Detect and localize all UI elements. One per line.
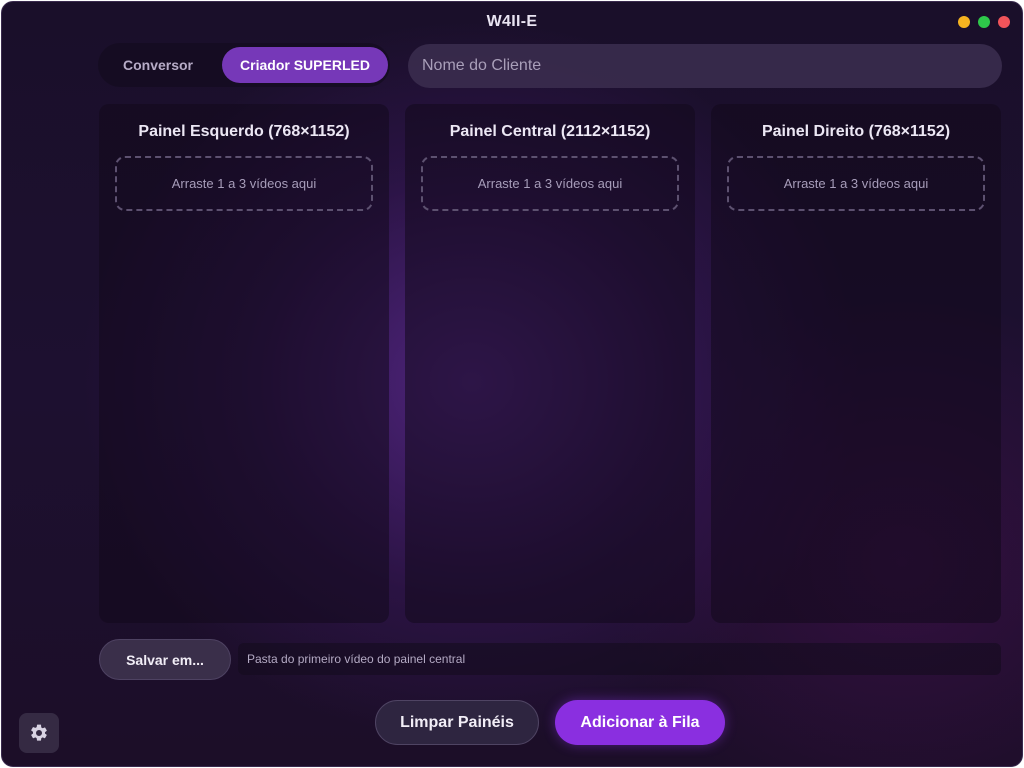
maximize-button[interactable]: [978, 16, 990, 28]
tab-criador-superled[interactable]: Criador SUPERLED: [222, 47, 388, 83]
panel-center-title: Painel Central (2112×1152): [449, 123, 651, 140]
save-path-display: Pasta do primeiro vídeo do painel centra…: [238, 643, 1001, 675]
panel-right-title: Painel Direito (768×1152): [761, 123, 951, 140]
window-controls: [958, 16, 1010, 28]
panel-right: Painel Direito (768×1152) Arraste 1 a 3 …: [711, 104, 1001, 623]
minimize-button[interactable]: [958, 16, 970, 28]
title-bar[interactable]: W4II-E: [2, 2, 1022, 42]
mode-switcher: Conversor Criador SUPERLED: [98, 43, 390, 87]
panel-center-dropzone[interactable]: Arraste 1 a 3 vídeos aqui: [421, 156, 679, 211]
app-title: W4II-E: [486, 13, 538, 30]
clear-panels-button[interactable]: Limpar Painéis: [375, 700, 539, 745]
close-button[interactable]: [998, 16, 1010, 28]
panel-left-dropzone[interactable]: Arraste 1 a 3 vídeos aqui: [115, 156, 373, 211]
panel-left-title: Painel Esquerdo (768×1152): [138, 123, 350, 140]
tab-conversor[interactable]: Conversor: [102, 47, 214, 83]
save-location-button[interactable]: Salvar em...: [99, 639, 231, 680]
settings-button[interactable]: [19, 713, 59, 753]
panel-center: Painel Central (2112×1152) Arraste 1 a 3…: [405, 104, 695, 623]
app-window: W4II-E Conversor Criador SUPERLED Painel…: [1, 1, 1023, 767]
add-to-queue-button[interactable]: Adicionar à Fila: [555, 700, 725, 745]
panel-left: Painel Esquerdo (768×1152) Arraste 1 a 3…: [99, 104, 389, 623]
gear-icon: [31, 724, 47, 741]
panel-right-dropzone[interactable]: Arraste 1 a 3 vídeos aqui: [727, 156, 985, 211]
client-name-input[interactable]: [408, 44, 1002, 88]
